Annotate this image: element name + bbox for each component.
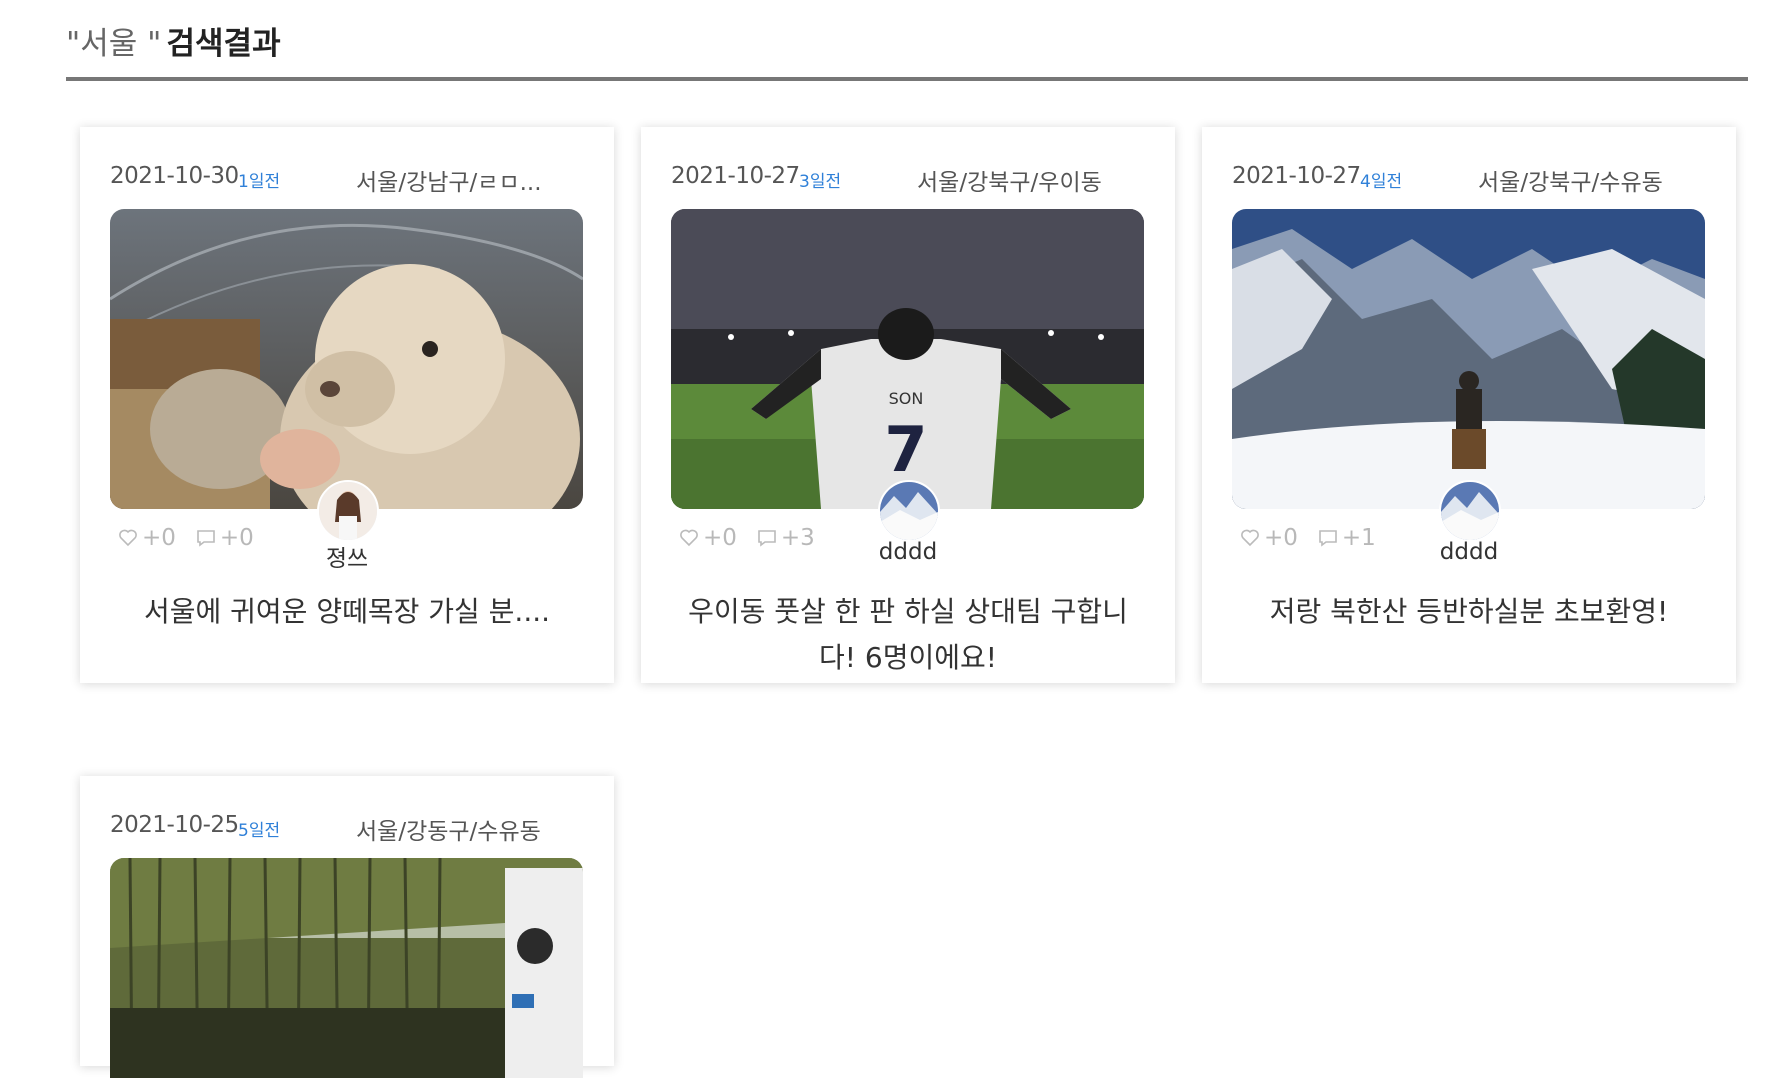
post-location: 서울/강북구/우이동 [917,170,1102,196]
post-age: 5일전 [238,821,281,841]
author-nickname[interactable]: dddd [641,539,1175,565]
post-date: 2021-10-30 [110,163,239,189]
post-age: 3일전 [799,172,842,192]
post-card[interactable]: 2021-10-27 3일전 서울/강북구/우이동 SON 7 +0 +3 dd… [641,127,1175,683]
svg-text:SON: SON [889,389,924,408]
post-image[interactable] [1232,209,1705,509]
post-date: 2021-10-27 [671,163,800,189]
author-nickname[interactable]: dddd [1202,539,1736,565]
post-title[interactable]: 우이동 풋살 한 판 하실 상대팀 구합니다! 6명이에요! [681,589,1135,681]
post-location: 서울/강북구/수유동 [1478,170,1663,196]
avatar[interactable] [878,480,940,542]
post-date: 2021-10-25 [110,812,239,838]
svg-text:7: 7 [884,413,927,486]
card-meta: 2021-10-27 3일전 서울/강북구/우이동 [671,159,1151,199]
post-age: 4일전 [1360,172,1403,192]
card-meta: 2021-10-30 1일전 서울/강남구/ㄹㅁ... [110,159,590,199]
post-card[interactable]: 2021-10-27 4일전 서울/강북구/수유동 +0 +1 dddd 저랑 … [1202,127,1736,683]
post-location: 서울/강동구/수유동 [356,819,541,845]
post-title[interactable]: 서울에 귀여운 양떼목장 가실 분.... [120,589,574,635]
page-title: 검색결과 [166,26,281,62]
search-header: "서울 " 검색결과 [66,18,281,62]
post-image[interactable] [110,209,583,509]
post-image[interactable]: SON 7 [671,209,1144,509]
card-meta: 2021-10-27 4일전 서울/강북구/수유동 [1232,159,1712,199]
header-divider [66,77,1748,81]
avatar[interactable] [317,480,379,542]
post-date: 2021-10-27 [1232,163,1361,189]
post-title[interactable]: 저랑 북한산 등반하실분 초보환영! [1242,589,1696,635]
post-card[interactable]: 2021-10-30 1일전 서울/강남구/ㄹㅁ... +0 +0 졍쓰 서울에… [80,127,614,683]
post-image[interactable] [110,858,583,1078]
author-nickname[interactable]: 졍쓰 [80,539,614,573]
post-card[interactable]: 2021-10-25 5일전 서울/강동구/수유동 [80,776,614,1078]
avatar[interactable] [1439,480,1501,542]
card-meta: 2021-10-25 5일전 서울/강동구/수유동 [110,808,590,848]
post-age: 1일전 [238,172,281,192]
post-location: 서울/강남구/ㄹㅁ... [356,170,542,196]
search-query: "서울 " [66,26,162,62]
